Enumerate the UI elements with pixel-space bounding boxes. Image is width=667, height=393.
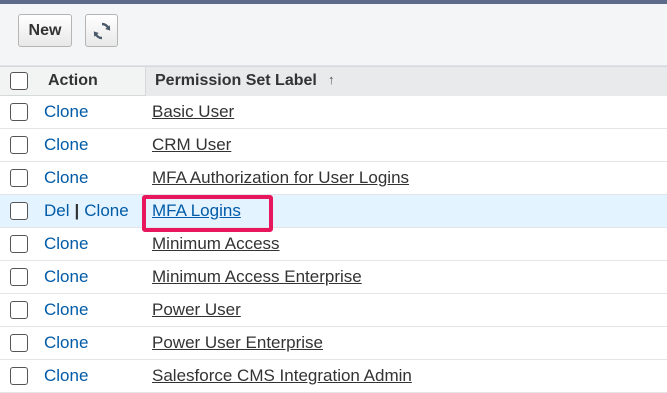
row-action-cell: Clone bbox=[44, 234, 88, 254]
table-row: Clone Basic User bbox=[0, 96, 667, 129]
row-checkbox[interactable] bbox=[10, 202, 28, 220]
del-link[interactable]: Del bbox=[44, 201, 70, 220]
table-row: Clone CRM User bbox=[0, 129, 667, 162]
permission-set-link[interactable]: Power User Enterprise bbox=[152, 333, 323, 353]
row-checkbox[interactable] bbox=[10, 367, 28, 385]
table-row: Clone Minimum Access Enterprise bbox=[0, 261, 667, 294]
permission-set-link[interactable]: MFA Logins bbox=[152, 201, 241, 221]
clone-link[interactable]: Clone bbox=[44, 135, 88, 154]
table-row: Clone Power User Enterprise bbox=[0, 327, 667, 360]
column-divider bbox=[145, 67, 146, 96]
clone-link[interactable]: Clone bbox=[44, 333, 88, 352]
table-row: Clone Power User bbox=[0, 294, 667, 327]
row-checkbox[interactable] bbox=[10, 103, 28, 121]
row-checkbox[interactable] bbox=[10, 136, 28, 154]
permission-set-link[interactable]: CRM User bbox=[152, 135, 231, 155]
clone-link[interactable]: Clone bbox=[84, 201, 128, 220]
permission-set-link[interactable]: Basic User bbox=[152, 102, 234, 122]
new-button[interactable]: New bbox=[18, 14, 72, 47]
clone-link[interactable]: Clone bbox=[44, 366, 88, 385]
row-checkbox[interactable] bbox=[10, 235, 28, 253]
permission-set-link[interactable]: Minimum Access Enterprise bbox=[152, 267, 362, 287]
row-checkbox[interactable] bbox=[10, 169, 28, 187]
table-row: Clone Salesforce CMS Integration Admin bbox=[0, 360, 667, 393]
clone-link[interactable]: Clone bbox=[44, 102, 88, 121]
row-checkbox[interactable] bbox=[10, 301, 28, 319]
row-action-cell: Clone bbox=[44, 135, 88, 155]
row-action-cell: Clone bbox=[44, 168, 88, 188]
clone-link[interactable]: Clone bbox=[44, 168, 88, 187]
table-header-row: Action Permission Set Label ↑ bbox=[0, 66, 667, 96]
column-header-action: Action bbox=[48, 72, 98, 89]
row-action-cell: Clone bbox=[44, 300, 88, 320]
sort-ascending-icon[interactable]: ↑ bbox=[328, 72, 335, 87]
clone-link[interactable]: Clone bbox=[44, 267, 88, 286]
action-separator: | bbox=[74, 201, 80, 220]
row-action-cell: Clone bbox=[44, 267, 88, 287]
row-action-cell: Del | Clone bbox=[44, 201, 129, 221]
row-action-cell: Clone bbox=[44, 102, 88, 122]
table-row: Clone MFA Authorization for User Logins bbox=[0, 162, 667, 195]
list-toolbar: New bbox=[0, 4, 667, 66]
row-action-cell: Clone bbox=[44, 333, 88, 353]
permission-set-link[interactable]: Minimum Access bbox=[152, 234, 280, 254]
clone-link[interactable]: Clone bbox=[44, 234, 88, 253]
permission-set-link[interactable]: Power User bbox=[152, 300, 241, 320]
table-row: Del | Clone MFA Logins bbox=[0, 195, 667, 228]
row-checkbox[interactable] bbox=[10, 268, 28, 286]
refresh-icon bbox=[93, 22, 110, 39]
clone-link[interactable]: Clone bbox=[44, 300, 88, 319]
permission-set-link[interactable]: Salesforce CMS Integration Admin bbox=[152, 366, 412, 386]
refresh-button[interactable] bbox=[85, 14, 118, 47]
select-all-checkbox[interactable] bbox=[10, 72, 28, 90]
row-action-cell: Clone bbox=[44, 366, 88, 386]
permission-sets-table: Action Permission Set Label ↑ Clone Basic… bbox=[0, 66, 667, 393]
permission-set-link[interactable]: MFA Authorization for User Logins bbox=[152, 168, 409, 188]
column-header-permission-set-label[interactable]: Permission Set Label bbox=[155, 72, 317, 90]
table-row: Clone Minimum Access bbox=[0, 228, 667, 261]
row-checkbox[interactable] bbox=[10, 334, 28, 352]
